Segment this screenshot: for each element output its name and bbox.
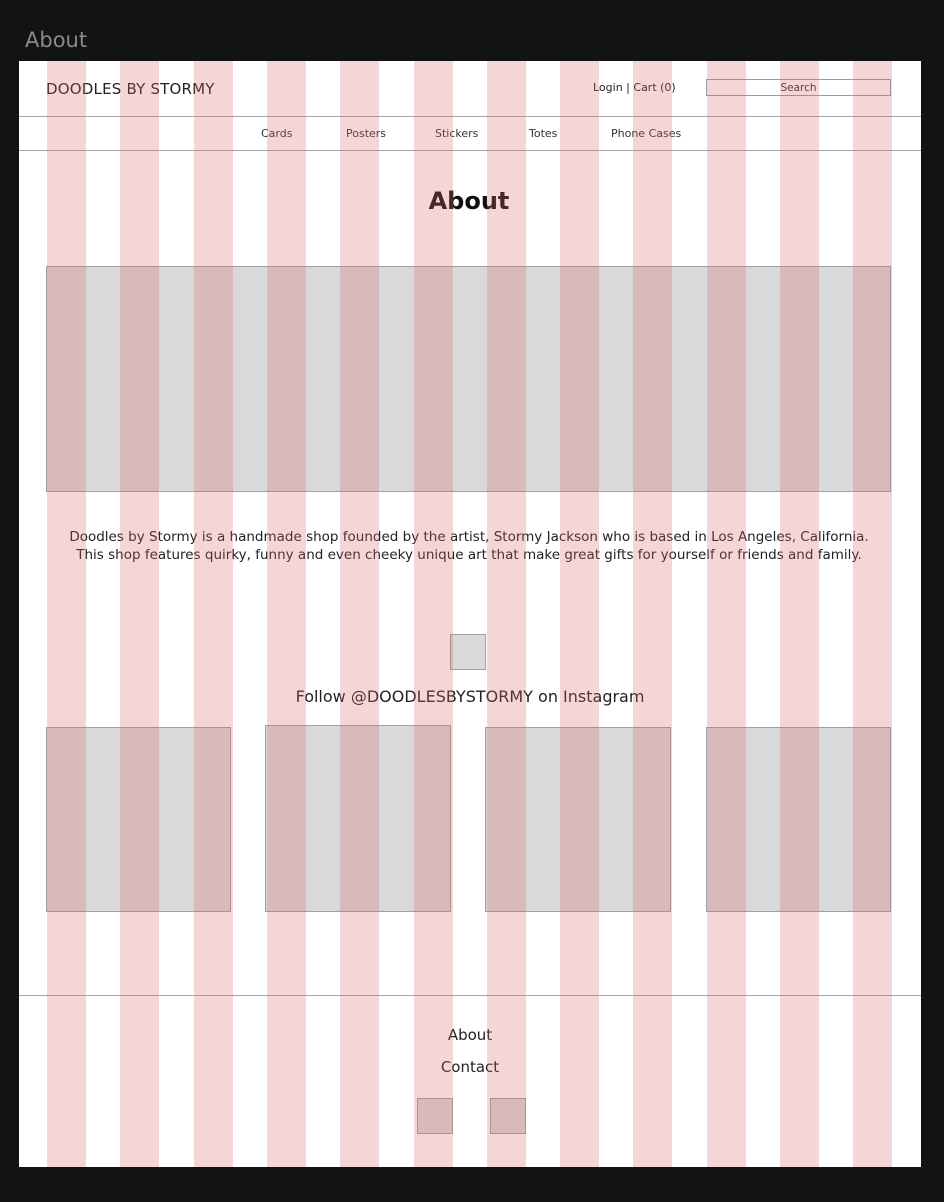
about-description-line-1: Doodles by Stormy is a handmade shop fou…	[69, 529, 869, 545]
cart-link[interactable]: Cart (0)	[633, 81, 675, 94]
account-separator: |	[622, 81, 634, 94]
social-icon-1[interactable]	[417, 1098, 453, 1134]
grid-column	[707, 61, 746, 1167]
grid-column	[340, 61, 379, 1167]
instagram-follow-text: Follow @DOODLESBYSTORMY on Instagram	[295, 687, 645, 706]
page-title: About	[428, 187, 510, 215]
instagram-photo-1[interactable]	[46, 727, 231, 912]
frame-label: About	[25, 28, 88, 52]
about-description: Doodles by Stormy is a handmade shop fou…	[39, 528, 899, 564]
nav-item-totes[interactable]: Totes	[529, 127, 557, 140]
about-description-line-2: This shop features quirky, funny and eve…	[76, 547, 862, 563]
nav-item-posters[interactable]: Posters	[346, 127, 386, 140]
footer-about-link[interactable]: About	[19, 1026, 921, 1044]
grid-column	[47, 61, 86, 1167]
grid-column	[853, 61, 892, 1167]
grid-column	[633, 61, 672, 1167]
footer-divider	[19, 995, 921, 996]
site-logo[interactable]: DOODLES BY STORMY	[46, 80, 215, 98]
instagram-photo-2[interactable]	[265, 725, 451, 912]
grid-column	[194, 61, 233, 1167]
grid-column	[560, 61, 599, 1167]
instagram-photo-3[interactable]	[485, 727, 671, 912]
layout-grid-overlay	[19, 61, 921, 1167]
grid-column	[267, 61, 306, 1167]
grid-column	[120, 61, 159, 1167]
nav-item-stickers[interactable]: Stickers	[435, 127, 478, 140]
social-icon-2[interactable]	[490, 1098, 526, 1134]
artboard: DOODLES BY STORMY Login | Cart (0) Searc…	[19, 61, 921, 1167]
header-divider	[19, 116, 921, 117]
search-input[interactable]: Search	[706, 79, 891, 96]
footer-contact-link[interactable]: Contact	[19, 1058, 921, 1076]
grid-column	[414, 61, 453, 1167]
instagram-icon[interactable]	[450, 634, 486, 670]
nav-divider	[19, 150, 921, 151]
login-link[interactable]: Login	[593, 81, 623, 94]
grid-column	[487, 61, 526, 1167]
nav-item-cards[interactable]: Cards	[261, 127, 292, 140]
account-links: Login | Cart (0)	[593, 81, 676, 94]
instagram-photo-4[interactable]	[706, 727, 891, 912]
grid-column	[780, 61, 819, 1167]
hero-image-placeholder	[46, 266, 891, 492]
nav-item-phone-cases[interactable]: Phone Cases	[611, 127, 681, 140]
